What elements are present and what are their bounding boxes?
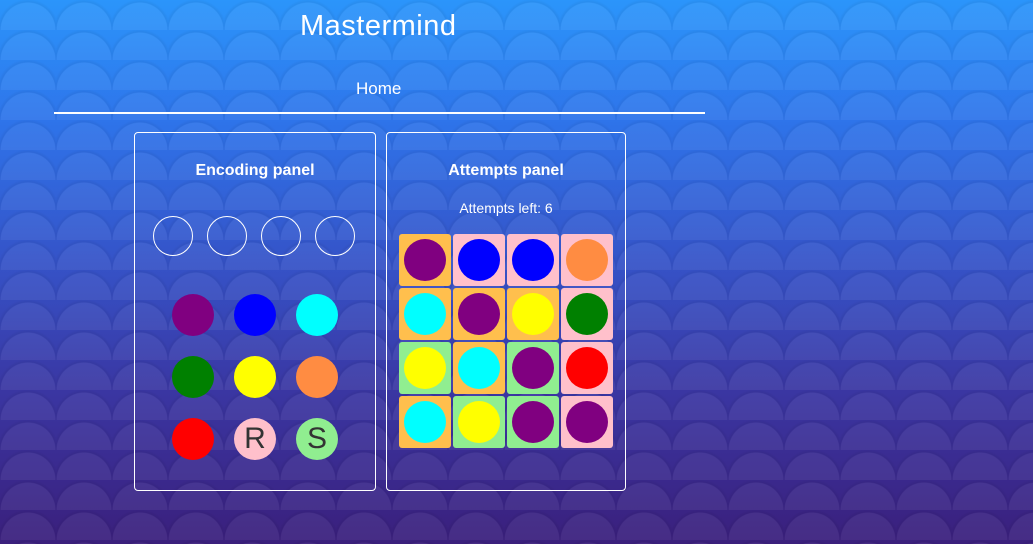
attempt-peg	[404, 239, 446, 281]
color-peg-green[interactable]	[172, 356, 214, 398]
attempt-peg	[404, 401, 446, 443]
app-title: Mastermind	[300, 10, 457, 42]
attempts-panel-title: Attempts panel	[448, 162, 564, 179]
encoding-panel: Encoding panel R S	[134, 132, 376, 491]
attempt-peg	[566, 293, 608, 335]
color-peg-cyan[interactable]	[296, 294, 338, 336]
attempt-peg	[404, 347, 446, 389]
nav-home-link[interactable]: Home	[356, 79, 401, 99]
attempt-peg	[458, 239, 500, 281]
attempt-cell	[399, 288, 451, 340]
attempt-cell	[453, 342, 505, 394]
reset-button[interactable]: R	[234, 418, 276, 460]
attempt-cell	[399, 342, 451, 394]
attempt-peg	[512, 347, 554, 389]
color-peg-blue[interactable]	[234, 294, 276, 336]
attempt-peg	[458, 401, 500, 443]
attempts-board	[399, 234, 615, 448]
color-peg-yellow[interactable]	[234, 356, 276, 398]
attempt-cell	[561, 342, 613, 394]
color-peg-purple[interactable]	[172, 294, 214, 336]
attempt-cell	[453, 288, 505, 340]
attempt-cell	[561, 396, 613, 448]
attempt-peg	[566, 401, 608, 443]
attempt-cell	[561, 288, 613, 340]
code-slot-3[interactable]	[261, 216, 301, 256]
attempt-cell	[561, 234, 613, 286]
attempt-peg	[512, 293, 554, 335]
code-slot-2[interactable]	[207, 216, 247, 256]
attempt-peg	[566, 239, 608, 281]
attempt-cell	[399, 234, 451, 286]
color-peg-red[interactable]	[172, 418, 214, 460]
attempt-peg	[512, 239, 554, 281]
attempt-cell	[507, 342, 559, 394]
attempt-cell	[453, 396, 505, 448]
top-nav: Home	[54, 74, 705, 114]
attempt-cell	[399, 396, 451, 448]
encoding-panel-title: Encoding panel	[195, 162, 315, 179]
attempt-peg	[458, 347, 500, 389]
attempt-cell	[507, 288, 559, 340]
code-slot-1[interactable]	[153, 216, 193, 256]
attempts-panel: Attempts panel Attempts left: 6	[386, 132, 626, 491]
attempt-peg	[566, 347, 608, 389]
color-peg-orange[interactable]	[296, 356, 338, 398]
attempt-peg	[512, 401, 554, 443]
submit-button[interactable]: S	[296, 418, 338, 460]
attempt-cell	[507, 234, 559, 286]
attempt-cell	[507, 396, 559, 448]
code-slot-4[interactable]	[315, 216, 355, 256]
attempt-cell	[453, 234, 505, 286]
attempt-peg	[404, 293, 446, 335]
attempt-peg	[458, 293, 500, 335]
attempts-left-counter: Attempts left: 6	[459, 200, 553, 216]
